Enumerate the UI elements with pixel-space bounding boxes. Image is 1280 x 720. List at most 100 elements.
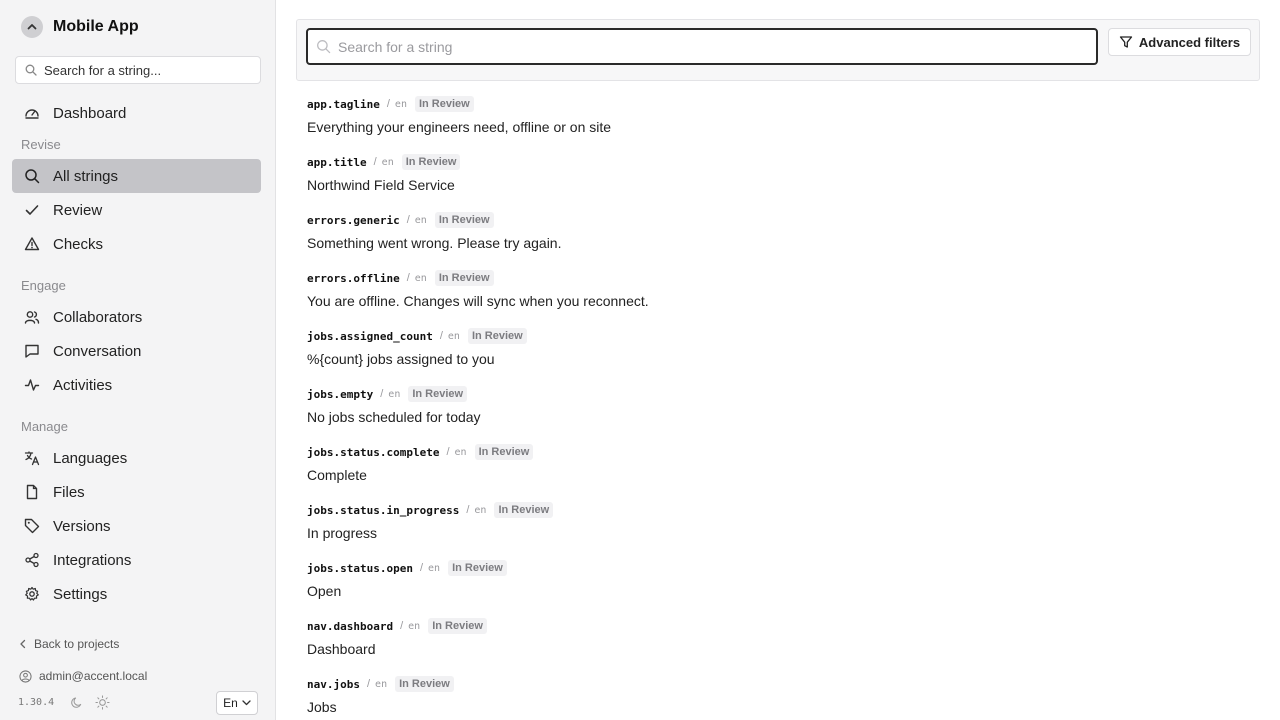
string-item[interactable]: jobs.status.in_progress / en In Review In pr… (307, 502, 1247, 560)
string-key[interactable]: nav.dashboard (307, 620, 393, 633)
sun-icon[interactable] (95, 695, 110, 710)
string-item[interactable]: jobs.assigned_count / en In Review %{count} … (307, 328, 1247, 386)
string-locale: en (428, 562, 441, 574)
string-value[interactable]: %{count} jobs assigned to you (307, 351, 1247, 367)
sidebar-item-dashboard[interactable]: Dashboard (12, 96, 261, 130)
string-key[interactable]: nav.jobs (307, 678, 360, 691)
string-key[interactable]: jobs.status.in_progress (307, 504, 459, 517)
sidebar-item-languages[interactable]: Languages (12, 441, 261, 475)
sidebar-item-conversation[interactable]: Conversation (12, 334, 261, 368)
moon-icon[interactable] (70, 696, 83, 709)
string-item[interactable]: jobs.status.open / en In Review Open (307, 560, 1247, 618)
user-circle-icon (19, 669, 32, 683)
chat-icon (24, 343, 40, 359)
key-separator: / (400, 620, 404, 632)
sidebar-item-label: Dashboard (53, 104, 127, 122)
sidebar-item-label: Versions (53, 517, 111, 535)
string-value[interactable]: Everything your engineers need, offline … (307, 119, 1247, 135)
status-badge: In Review (434, 212, 494, 228)
sidebar-item-label: Collaborators (53, 308, 143, 326)
search-icon (25, 64, 37, 76)
string-value[interactable]: Complete (307, 467, 1247, 483)
string-item[interactable]: jobs.status.complete / en In Review Complete (307, 444, 1247, 502)
string-item[interactable]: nav.jobs / en In Review Jobs (307, 676, 1247, 720)
string-value[interactable]: Jobs (307, 699, 1247, 715)
back-to-projects-link[interactable]: Back to projects (19, 637, 119, 651)
user-account[interactable]: admin@accent.local (19, 669, 147, 683)
status-badge: In Review (494, 502, 554, 518)
string-locale: en (394, 98, 407, 110)
sidebar-item-settings[interactable]: Settings (12, 577, 261, 611)
string-search-field[interactable] (306, 28, 1098, 65)
string-key[interactable]: app.tagline (307, 98, 380, 111)
search-icon (316, 39, 331, 54)
string-search-input[interactable] (338, 38, 1078, 55)
tag-icon (24, 518, 40, 534)
sidebar-item-label: Languages (53, 449, 128, 467)
string-item[interactable]: app.tagline / en In Review Everything your e… (307, 96, 1247, 154)
sidebar-item-all-strings[interactable]: All strings (12, 159, 261, 193)
collapse-toggle-icon[interactable] (21, 16, 43, 38)
string-locale: en (408, 620, 421, 632)
string-locale: en (447, 330, 460, 342)
advanced-filters-label: Advanced filters (1138, 34, 1241, 50)
string-item[interactable]: jobs.empty / en In Review No jobs scheduled … (307, 386, 1247, 444)
key-separator: / (373, 156, 377, 168)
status-badge: In Review (408, 386, 468, 402)
string-key[interactable]: jobs.status.complete (307, 446, 439, 459)
key-separator: / (366, 678, 371, 690)
sidebar-item-files[interactable]: Files (12, 475, 261, 509)
sidebar-search-input[interactable]: Search for a string... (15, 56, 261, 84)
sidebar-item-collaborators[interactable]: Collaborators (12, 300, 261, 334)
project-title: Mobile App (53, 18, 139, 35)
string-key[interactable]: errors.offline (307, 272, 400, 285)
string-key-row: jobs.status.open / en In Review (307, 560, 1247, 576)
string-key[interactable]: jobs.assigned_count (307, 330, 433, 343)
sidebar-item-label: All strings (53, 167, 119, 185)
key-separator: / (446, 446, 450, 458)
sidebar-item-label: Review (53, 201, 103, 219)
sidebar-item-checks[interactable]: Checks (12, 227, 261, 261)
translate-icon (24, 450, 40, 466)
string-key-row: jobs.status.complete / en In Review (307, 444, 1247, 460)
chevron-left-icon (19, 639, 27, 649)
string-key-row: jobs.empty / en In Review (307, 386, 1247, 402)
string-value[interactable]: No jobs scheduled for today (307, 409, 1247, 425)
key-separator: / (386, 98, 390, 110)
string-key-row: jobs.status.in_progress / en In Review (307, 502, 1247, 518)
string-item[interactable]: errors.generic / en In Review Something went… (307, 212, 1247, 270)
string-locale: en (474, 504, 487, 516)
string-key-row: jobs.assigned_count / en In Review (307, 328, 1247, 344)
status-badge: In Review (467, 328, 527, 344)
search-icon (24, 168, 40, 184)
string-value[interactable]: In progress (307, 525, 1247, 541)
sidebar-item-versions[interactable]: Versions (12, 509, 261, 543)
string-item[interactable]: app.title / en In Review Northwind Field Ser… (307, 154, 1247, 212)
string-value[interactable]: Dashboard (307, 641, 1247, 657)
string-value[interactable]: Northwind Field Service (307, 177, 1247, 193)
sidebar-item-review[interactable]: Review (12, 193, 261, 227)
string-value[interactable]: Something went wrong. Please try again. (307, 235, 1247, 251)
string-key[interactable]: jobs.empty (307, 388, 373, 401)
string-item[interactable]: nav.dashboard / en In Review Dashboard (307, 618, 1247, 676)
filter-bar: Advanced filters (296, 19, 1260, 81)
string-item[interactable]: errors.offline / en In Review You are offlin… (307, 270, 1247, 328)
string-value[interactable]: Open (307, 583, 1247, 599)
string-locale: en (414, 214, 427, 226)
language-select[interactable]: En (216, 691, 258, 715)
string-key[interactable]: errors.generic (307, 214, 400, 227)
sidebar-item-label: Files (53, 483, 85, 501)
string-key[interactable]: app.title (307, 156, 367, 169)
advanced-filters-button[interactable]: Advanced filters (1108, 28, 1251, 56)
string-key-row: nav.dashboard / en In Review (307, 618, 1247, 634)
section-label-manage: Manage (21, 419, 68, 434)
warning-icon (24, 236, 40, 252)
sidebar-item-activities[interactable]: Activities (12, 368, 261, 402)
key-separator: / (406, 272, 410, 284)
status-badge: In Review (395, 676, 454, 692)
string-key-row: app.title / en In Review (307, 154, 1247, 170)
status-badge: In Review (414, 96, 474, 112)
sidebar-item-integrations[interactable]: Integrations (12, 543, 261, 577)
string-key[interactable]: jobs.status.open (307, 562, 413, 575)
string-value[interactable]: You are offline. Changes will sync when … (307, 293, 1247, 309)
